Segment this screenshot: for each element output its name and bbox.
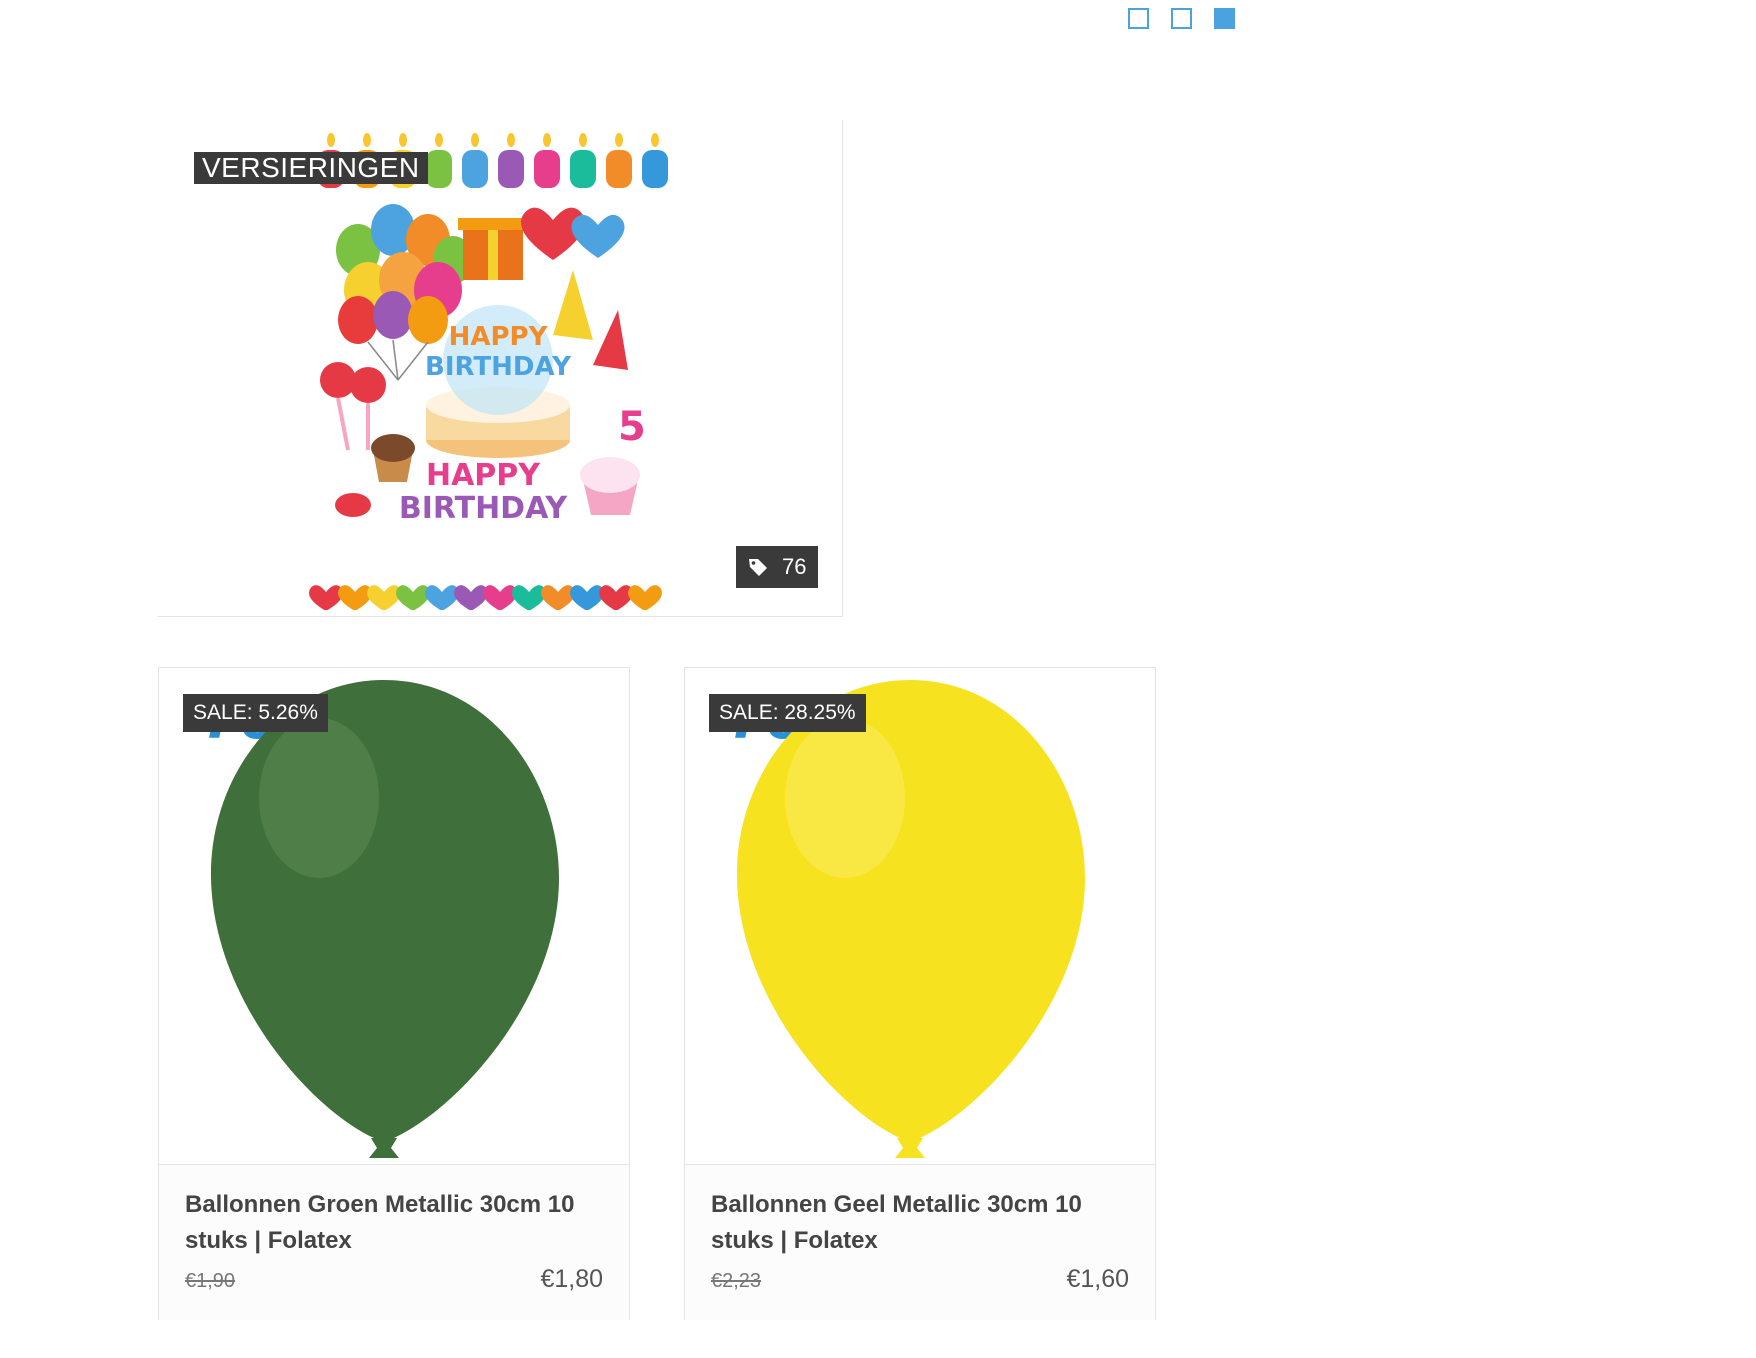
svg-text:HAPPY: HAPPY <box>449 322 549 352</box>
sale-badge: SALE: 28.25% <box>709 694 866 732</box>
product-title[interactable]: Ballonnen Groen Metallic 30cm 10 stuks |… <box>185 1187 603 1259</box>
carousel-dot-2[interactable] <box>1171 8 1192 29</box>
old-price: €1,90 <box>185 1270 236 1292</box>
balloon-image: Folatex <box>734 680 1085 1158</box>
product-info: Ballonnen Geel Metallic 30cm 10 stuks | … <box>685 1165 1155 1320</box>
product-image-area: Folatex SALE: 5.26% <box>159 668 629 1165</box>
category-label: VERSIERINGEN <box>194 152 428 184</box>
svg-text:5: 5 <box>618 404 646 450</box>
page: HAPPY BIRTHDAY 5 HAPPY BIRTHDAY VERSIERI… <box>0 0 1756 1358</box>
product-info: Ballonnen Groen Metallic 30cm 10 stuks |… <box>159 1165 629 1320</box>
current-price: €1,80 <box>540 1265 603 1293</box>
product-image-area: Folatex SALE: 28.25% <box>685 668 1155 1165</box>
carousel-dot-1[interactable] <box>1128 8 1149 29</box>
product-card[interactable]: Folatex SALE: 28.25% Ballonnen Geel Meta… <box>684 667 1156 1320</box>
category-card[interactable]: HAPPY BIRTHDAY 5 HAPPY BIRTHDAY VERSIERI… <box>158 120 843 617</box>
birthday-decorations-image: HAPPY BIRTHDAY 5 HAPPY BIRTHDAY <box>309 133 668 610</box>
price-row: €1,90 €1,80 <box>185 1265 603 1294</box>
carousel-dot-3[interactable] <box>1214 8 1235 29</box>
old-price: €2,23 <box>711 1270 762 1292</box>
tag-icon <box>749 559 767 576</box>
svg-text:BIRTHDAY: BIRTHDAY <box>399 491 569 526</box>
svg-text:HAPPY: HAPPY <box>426 458 541 493</box>
product-title[interactable]: Ballonnen Geel Metallic 30cm 10 stuks | … <box>711 1187 1129 1259</box>
current-price: €1,60 <box>1066 1265 1129 1293</box>
carousel-pager <box>1128 8 1235 29</box>
svg-text:BIRTHDAY: BIRTHDAY <box>425 352 572 382</box>
price-row: €2,23 €1,60 <box>711 1265 1129 1294</box>
product-count: 76 <box>782 554 807 579</box>
product-count-badge: 76 <box>736 546 819 588</box>
sale-badge: SALE: 5.26% <box>183 694 328 732</box>
product-card[interactable]: Folatex SALE: 5.26% Ballonnen Groen Meta… <box>158 667 630 1320</box>
balloon-image: Folatex <box>208 680 559 1158</box>
